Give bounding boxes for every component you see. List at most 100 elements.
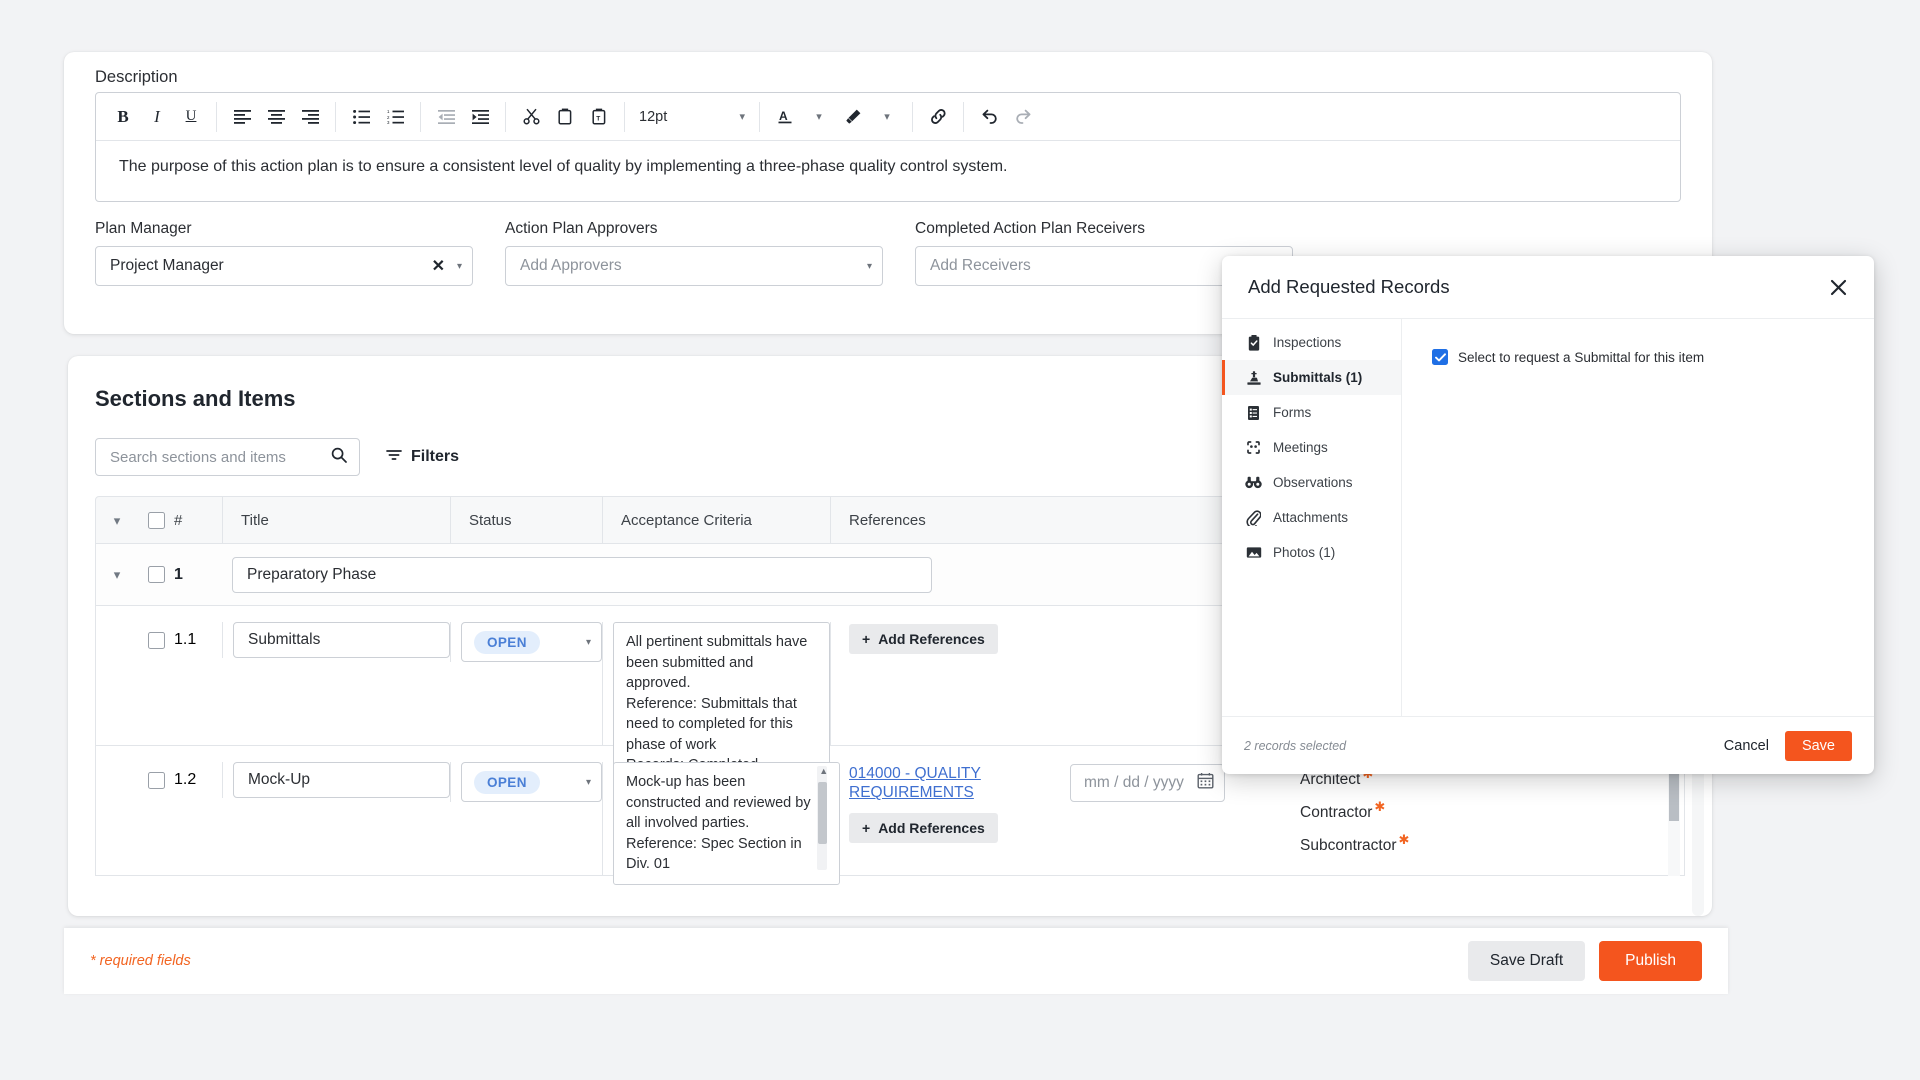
page-title: Sections and Items [95, 386, 296, 411]
nav-item-photos[interactable]: Photos (1) [1222, 535, 1401, 570]
bullet-list-icon[interactable] [344, 101, 378, 133]
item-title-input[interactable]: Submittals [233, 622, 450, 658]
copy-icon[interactable] [548, 101, 582, 133]
meeting-icon [1245, 440, 1262, 455]
records-selected-count: 2 records selected [1244, 738, 1347, 753]
add-references-button[interactable]: + Add References [849, 812, 998, 843]
item-checkbox-cell[interactable] [138, 762, 174, 798]
nav-item-label: Photos (1) [1273, 545, 1336, 560]
search-and-filters-row: Filters [95, 438, 459, 476]
nav-item-forms[interactable]: Forms [1222, 395, 1401, 430]
reference-link[interactable]: 014000 - QUALITY REQUIREMENTS [849, 764, 999, 803]
chevron-down-icon: ▾ [739, 111, 745, 123]
add-references-button[interactable]: + Add References [849, 624, 998, 654]
toolbar-divider [759, 101, 760, 132]
description-text[interactable]: The purpose of this action plan is to en… [96, 141, 1680, 192]
section-checkbox[interactable] [147, 566, 165, 583]
scrollbar-thumb[interactable] [818, 782, 828, 844]
item-status-cell: OPEN ▾ [450, 762, 602, 802]
request-submittal-checkbox[interactable] [1432, 349, 1448, 365]
action-plan-approvers-select[interactable]: Add Approvers ▾ [505, 246, 883, 286]
nav-item-observations[interactable]: Observations [1222, 465, 1401, 500]
publish-button[interactable]: Publish [1599, 941, 1702, 981]
item-title-input[interactable]: Mock-Up [233, 762, 450, 798]
nav-item-attachments[interactable]: Attachments [1222, 500, 1401, 535]
item-acceptance-criteria[interactable]: Mock-up has been constructed and reviewe… [613, 762, 841, 885]
font-size-select[interactable]: 12pt ▾ [631, 102, 753, 132]
cut-icon[interactable] [514, 101, 548, 133]
item-checkbox[interactable] [147, 771, 165, 789]
section-expand-toggle[interactable]: ▾ [96, 544, 138, 605]
plan-manager-select[interactable]: Project Manager ✕ ▾ [95, 246, 473, 286]
modal-header: Add Requested Records [1222, 256, 1874, 318]
close-icon[interactable] [1829, 278, 1848, 297]
clipboard-check-icon [1245, 334, 1262, 351]
highlight-color-chevron-down-icon[interactable]: ▾ [870, 101, 904, 133]
save-draft-button[interactable]: Save Draft [1467, 941, 1586, 981]
nav-item-submittals[interactable]: Submittals (1) [1222, 360, 1401, 395]
assignee-row: Subcontractor ✱ [1300, 828, 1409, 861]
completed-receivers-placeholder: Add Receivers [930, 257, 1031, 274]
outdent-icon[interactable] [429, 101, 463, 133]
footer-buttons: Save Draft Publish [1467, 941, 1702, 981]
item-due-date-input[interactable]: mm / dd / yyyy [1070, 764, 1225, 802]
clear-icon[interactable]: ✕ [432, 256, 445, 276]
bold-icon[interactable]: B [106, 101, 140, 133]
undo-icon[interactable] [972, 101, 1006, 133]
svg-text:1: 1 [387, 110, 390, 114]
cancel-button[interactable]: Cancel [1724, 738, 1769, 754]
nav-item-meetings[interactable]: Meetings [1222, 430, 1401, 465]
calendar-icon[interactable] [1197, 772, 1214, 794]
item-checkbox-cell[interactable] [138, 622, 174, 658]
scroll-up-icon[interactable]: ▲ [819, 767, 828, 776]
nav-item-label: Attachments [1273, 510, 1349, 525]
indent-icon[interactable] [463, 101, 497, 133]
link-icon[interactable] [921, 101, 955, 133]
chevron-down-icon: ▾ [585, 776, 591, 788]
svg-text:A: A [779, 109, 788, 123]
underline-icon[interactable]: U [174, 101, 208, 133]
paste-icon[interactable]: T [582, 101, 616, 133]
align-right-icon[interactable] [293, 101, 327, 133]
nav-item-inspections[interactable]: Inspections [1222, 325, 1401, 360]
toolbar-divider [420, 101, 421, 132]
svg-text:3: 3 [387, 120, 390, 124]
acceptance-scrollbar[interactable]: ▲ [817, 766, 828, 870]
action-plan-approvers-placeholder: Add Approvers [520, 257, 622, 274]
text-color-chevron-down-icon[interactable]: ▾ [802, 101, 836, 133]
nav-item-label: Forms [1273, 405, 1312, 420]
chevron-down-icon: ▾ [113, 567, 121, 582]
toolbar-divider [912, 101, 913, 132]
item-references-cell: 014000 - QUALITY REQUIREMENTS + Add Refe… [830, 762, 1070, 875]
save-button[interactable]: Save [1784, 730, 1852, 761]
search-input[interactable] [108, 447, 331, 467]
editor-toolbar: B I U 1 2 3 T 12pt ▾ A ▾ ▾ [96, 93, 1680, 141]
chevron-down-icon: ▾ [456, 260, 462, 272]
italic-icon[interactable]: I [140, 101, 174, 133]
status-badge: OPEN [474, 770, 540, 794]
app-page: Description B I U 1 2 3 T 12pt ▾ A ▾ ▾ T… [0, 0, 1920, 1080]
stamp-icon [1245, 370, 1262, 386]
expand-all-toggle[interactable]: ▾ [96, 497, 138, 543]
section-checkbox-cell[interactable] [138, 544, 174, 605]
item-status-select[interactable]: OPEN ▾ [461, 762, 602, 802]
section-title-input[interactable]: Preparatory Phase [232, 556, 932, 593]
search-box[interactable] [95, 438, 360, 476]
select-all-checkbox-cell[interactable] [138, 497, 174, 543]
align-left-icon[interactable] [225, 101, 259, 133]
search-icon[interactable] [331, 447, 347, 468]
filters-button[interactable]: Filters [386, 448, 459, 467]
align-center-icon[interactable] [259, 101, 293, 133]
item-checkbox[interactable] [147, 631, 165, 649]
text-color-icon[interactable]: A [768, 101, 802, 133]
select-all-checkbox[interactable] [147, 511, 165, 529]
plus-icon: + [862, 819, 871, 836]
redo-icon[interactable] [1006, 101, 1040, 133]
request-submittal-row: Select to request a Submittal for this i… [1432, 349, 1874, 365]
required-asterisk: ✱ [1398, 831, 1410, 847]
item-spacer [96, 762, 138, 798]
highlight-color-icon[interactable] [836, 101, 870, 133]
numbered-list-icon[interactable]: 123 [378, 101, 412, 133]
item-status-cell: OPEN ▾ [450, 622, 602, 662]
item-status-select[interactable]: OPEN ▾ [461, 622, 602, 662]
